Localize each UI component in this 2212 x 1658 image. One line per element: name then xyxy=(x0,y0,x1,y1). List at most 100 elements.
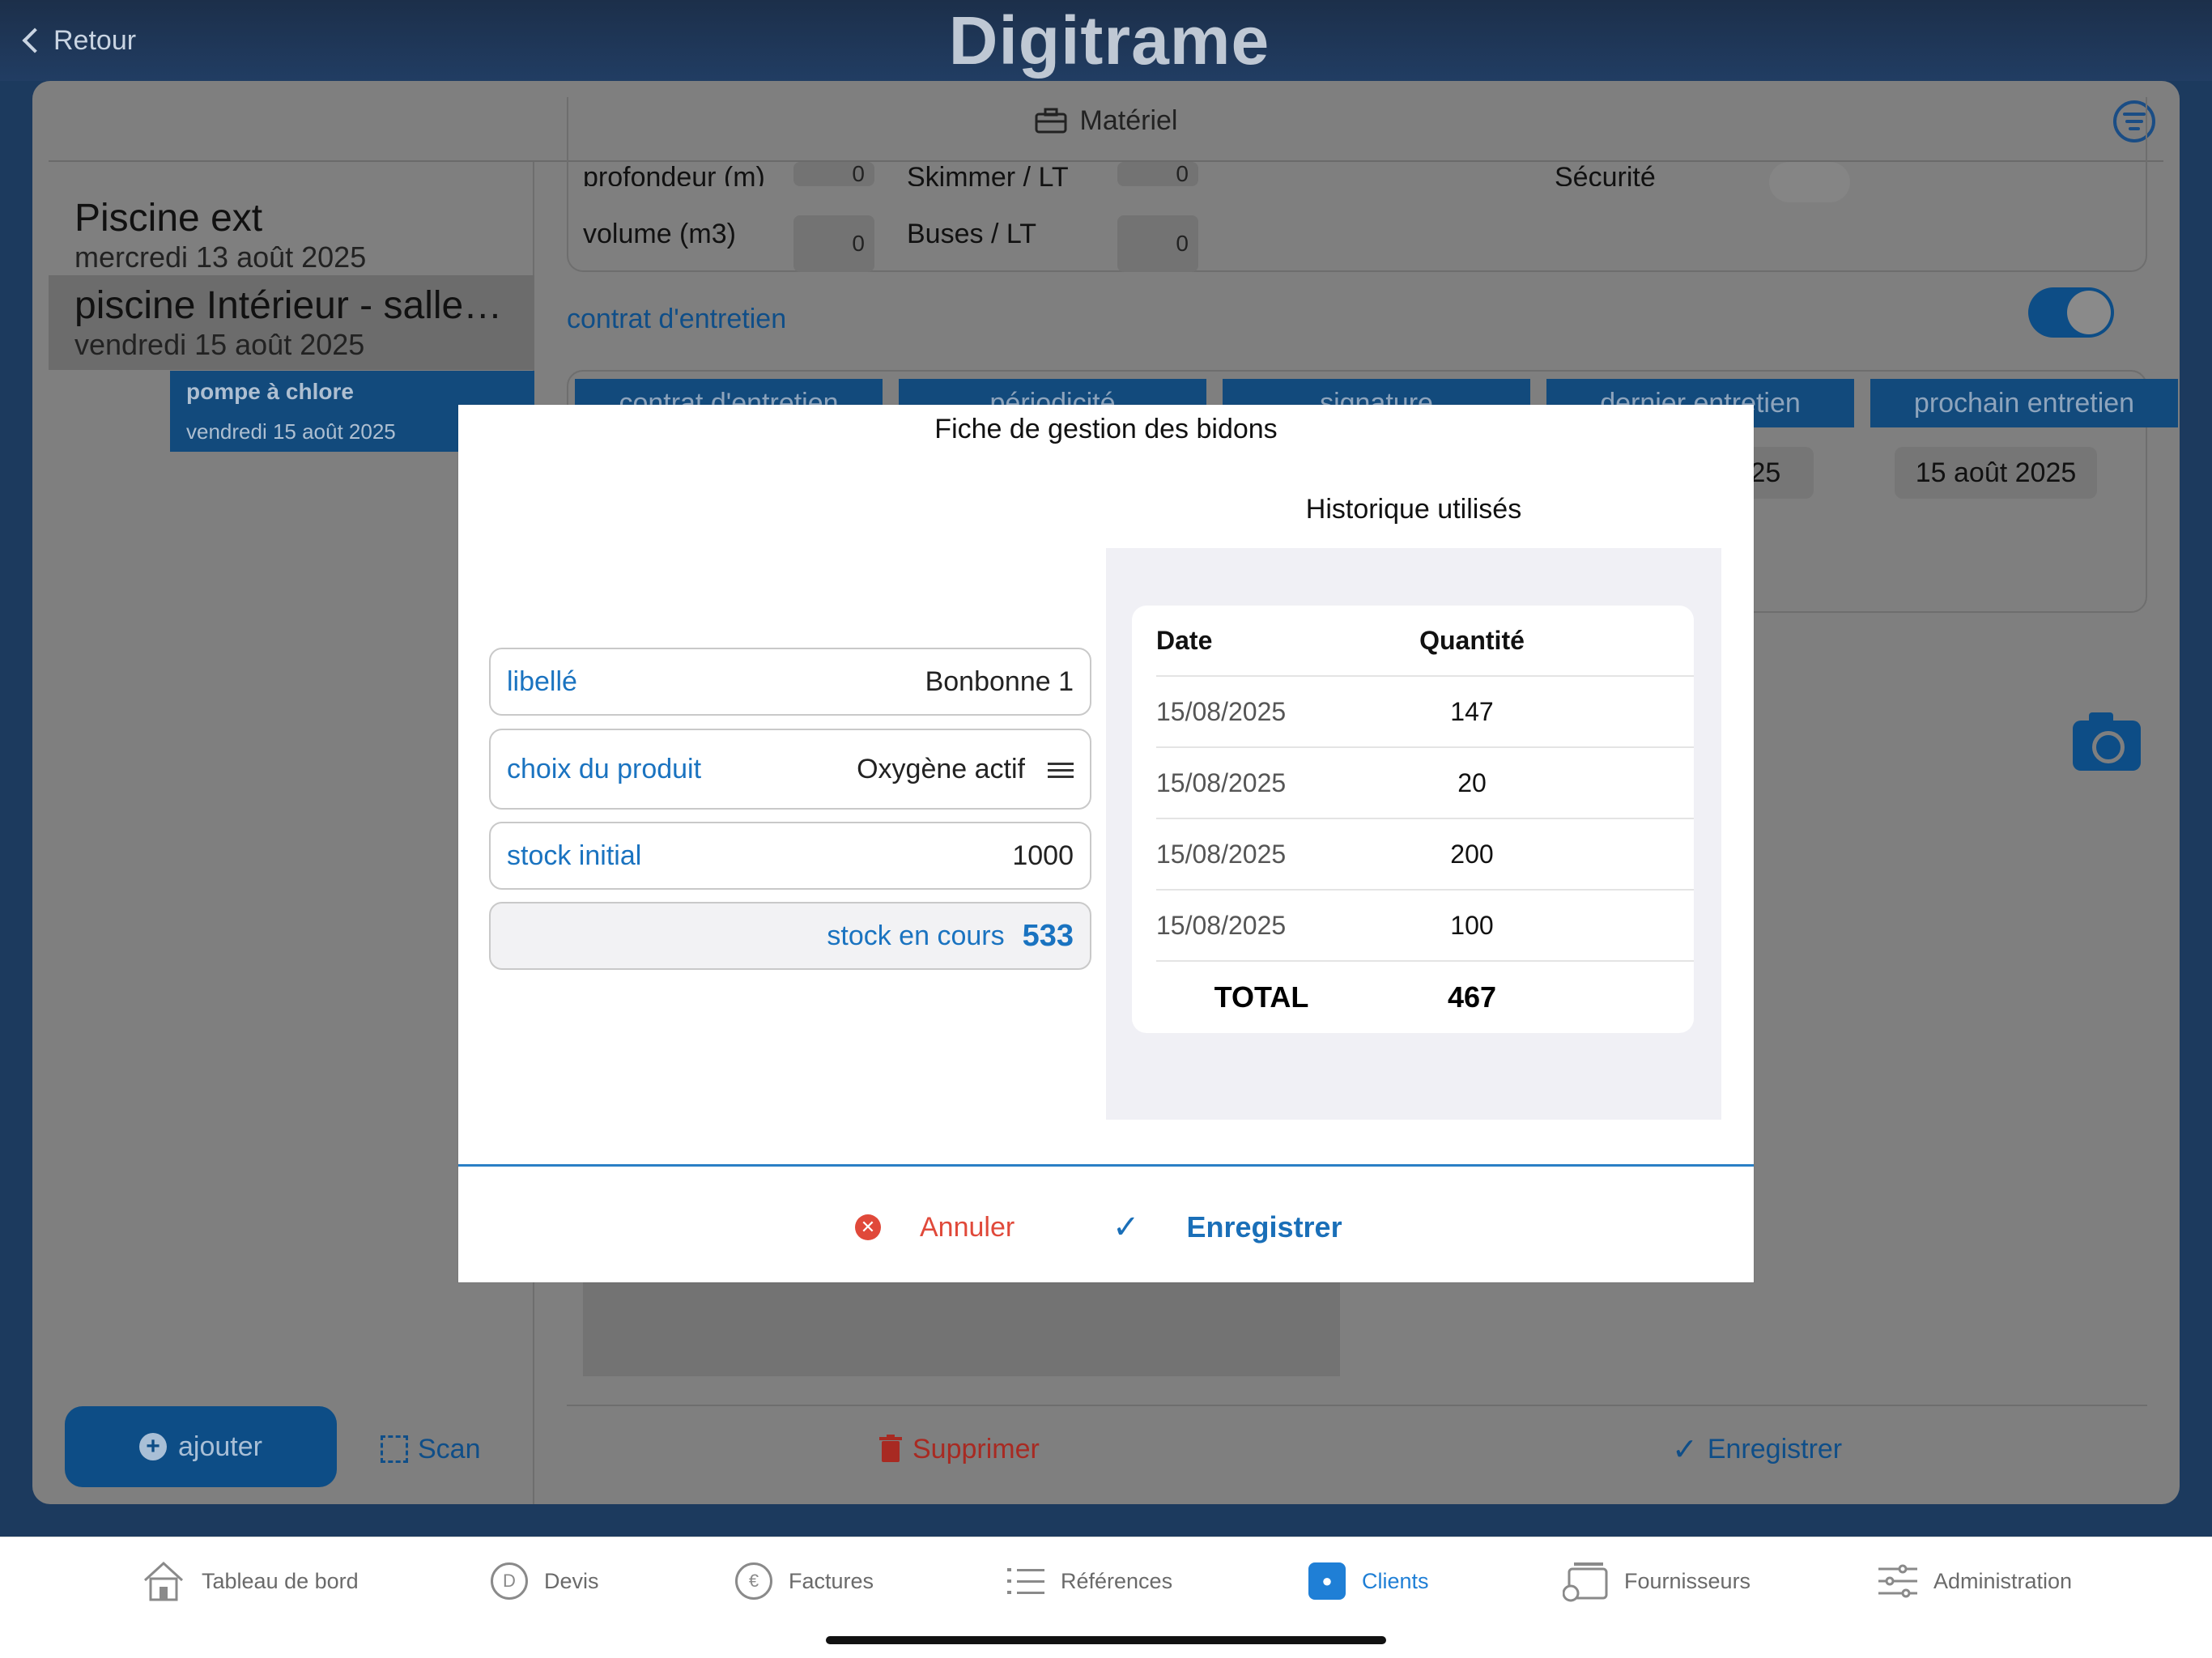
volume-field[interactable]: 0 xyxy=(793,215,874,272)
skimmer-field[interactable]: 0 xyxy=(1117,161,1198,186)
total-value: 467 xyxy=(1447,980,1497,1014)
stock-en-cours-field: stock en cours 533 xyxy=(489,902,1091,970)
table-row: 15/08/2025 147 xyxy=(1156,677,1694,748)
modal-title: Fiche de gestion des bidons xyxy=(934,413,1278,444)
buses-field[interactable]: 0 xyxy=(1117,215,1198,272)
home-indicator xyxy=(826,1636,1386,1644)
stock-en-cours-value: 533 xyxy=(1022,918,1074,953)
history-date: 15/08/2025 xyxy=(1156,767,1287,797)
profondeur-field[interactable]: 0 xyxy=(793,161,874,186)
tab-label: Administration xyxy=(1933,1568,2073,1593)
next-maintenance-date[interactable]: 15 août 2025 xyxy=(1895,447,2097,499)
check-icon: ✓ xyxy=(1672,1432,1698,1467)
history-header-row: Date Quantité xyxy=(1156,606,1694,677)
cancel-label: Annuler xyxy=(920,1211,1015,1243)
list-item-site[interactable]: Piscine ext mercredi 13 août 2025 xyxy=(49,188,534,283)
suppliers-icon xyxy=(1563,1562,1608,1602)
libelle-label: libellé xyxy=(507,665,577,697)
history-header-date: Date xyxy=(1156,625,1213,655)
tab-label: Factures xyxy=(789,1568,874,1593)
app-logo: Digitrame xyxy=(948,2,1270,79)
produit-select[interactable]: choix du produit Oxygène actif xyxy=(489,729,1091,810)
history-total-row: TOTAL 467 xyxy=(1156,962,1694,1033)
stock-initial-label: stock initial xyxy=(507,840,642,871)
scan-button[interactable]: Scan xyxy=(381,1425,481,1473)
buses-label: Buses / LT xyxy=(907,219,1036,249)
history-header-qty: Quantité xyxy=(1419,625,1525,655)
save-label: Enregistrer xyxy=(1707,1433,1843,1465)
libelle-field[interactable]: libellé Bonbonne 1 xyxy=(489,648,1091,716)
history-table: Date Quantité 15/08/2025 147 15/08/2025 … xyxy=(1132,606,1694,1033)
securite-toggle[interactable] xyxy=(1769,162,1850,202)
save-button-main[interactable]: ✓ Enregistrer xyxy=(1672,1425,1842,1473)
back-button[interactable]: Retour xyxy=(19,16,136,65)
back-label: Retour xyxy=(53,24,137,56)
stock-initial-value: 1000 xyxy=(1012,840,1074,871)
save-label: Enregistrer xyxy=(1186,1210,1342,1244)
equipment-name: pompe à chlore xyxy=(186,379,354,404)
history-qty: 100 xyxy=(1450,910,1494,940)
list-item-site-selected[interactable]: piscine Intérieur - salle… vendredi 15 a… xyxy=(49,275,534,370)
site-name: piscine Intérieur - salle… xyxy=(74,284,503,327)
history-title: Historique utilisés xyxy=(1305,494,1522,525)
home-icon xyxy=(143,1561,184,1601)
tab-tableau-de-bord[interactable]: Tableau de bord xyxy=(142,1557,359,1605)
cancel-button[interactable]: ✕ Annuler xyxy=(855,1203,1015,1252)
modal-divider xyxy=(458,1164,1754,1167)
add-button[interactable]: + ajouter xyxy=(65,1406,337,1487)
check-icon: ✓ xyxy=(1112,1209,1140,1245)
total-label: TOTAL xyxy=(1214,980,1309,1014)
site-date: vendredi 15 août 2025 xyxy=(74,328,365,361)
tab-bar: Tableau de bord D Devis € Factures Référ… xyxy=(0,1537,2212,1658)
tab-fournisseurs[interactable]: Fournisseurs xyxy=(1563,1557,1750,1605)
add-label: ajouter xyxy=(178,1431,262,1462)
tab-label: Clients xyxy=(1362,1568,1429,1593)
delete-button[interactable]: Supprimer xyxy=(878,1425,1040,1473)
libelle-value: Bonbonne 1 xyxy=(925,665,1074,697)
save-button[interactable]: ✓ Enregistrer xyxy=(1112,1203,1342,1252)
tab-label: Fournisseurs xyxy=(1624,1568,1751,1593)
delete-label: Supprimer xyxy=(912,1433,1040,1465)
camera-icon[interactable] xyxy=(2073,712,2141,771)
tab-clients[interactable]: ● Clients xyxy=(1308,1557,1429,1605)
produit-value: Oxygène actif xyxy=(857,753,1025,784)
stock-initial-field[interactable]: stock initial 1000 xyxy=(489,822,1091,890)
volume-label: volume (m3) xyxy=(583,219,736,249)
history-qty: 147 xyxy=(1450,696,1494,726)
history-qty: 20 xyxy=(1457,767,1487,797)
contract-toggle[interactable] xyxy=(2028,287,2114,338)
chevron-left-icon xyxy=(22,28,48,53)
table-row: 15/08/2025 200 xyxy=(1156,819,1694,891)
tab-devis[interactable]: D Devis xyxy=(491,1557,599,1605)
skimmer-label: Skimmer / LT xyxy=(907,162,1069,186)
tab-administration[interactable]: Administration xyxy=(1878,1557,2072,1605)
tab-label: Références xyxy=(1061,1568,1173,1593)
tab-references[interactable]: Références xyxy=(1007,1557,1172,1605)
scan-label: Scan xyxy=(418,1433,481,1465)
history-date: 15/08/2025 xyxy=(1156,910,1287,940)
tab-factures[interactable]: € Factures xyxy=(735,1557,874,1605)
divider xyxy=(567,1405,2147,1406)
d-circle-icon: D xyxy=(491,1562,528,1600)
euro-icon: € xyxy=(735,1562,772,1600)
sliders-icon xyxy=(1878,1564,1917,1598)
menu-icon xyxy=(1048,763,1074,779)
tab-label: Tableau de bord xyxy=(202,1568,359,1593)
clients-icon: ● xyxy=(1308,1562,1346,1600)
site-name: Piscine ext xyxy=(74,197,263,240)
trash-icon xyxy=(879,1435,902,1462)
stock-en-cours-label: stock en cours xyxy=(827,920,1005,951)
plus-icon: + xyxy=(139,1433,168,1460)
table-row: 15/08/2025 20 xyxy=(1156,748,1694,819)
close-circle-icon: ✕ xyxy=(855,1214,881,1240)
profondeur-label: profondeur (m) xyxy=(583,162,765,186)
list-icon xyxy=(1007,1568,1044,1594)
table-row: 15/08/2025 100 xyxy=(1156,891,1694,962)
produit-label: choix du produit xyxy=(507,753,702,784)
scan-icon xyxy=(381,1435,408,1463)
history-date: 15/08/2025 xyxy=(1156,839,1287,869)
bidon-modal: Fiche de gestion des bidons libellé Bonb… xyxy=(458,405,1754,1282)
contract-label: contrat d'entretien xyxy=(567,304,787,334)
history-date: 15/08/2025 xyxy=(1156,696,1287,726)
photo-area xyxy=(583,1279,1340,1376)
